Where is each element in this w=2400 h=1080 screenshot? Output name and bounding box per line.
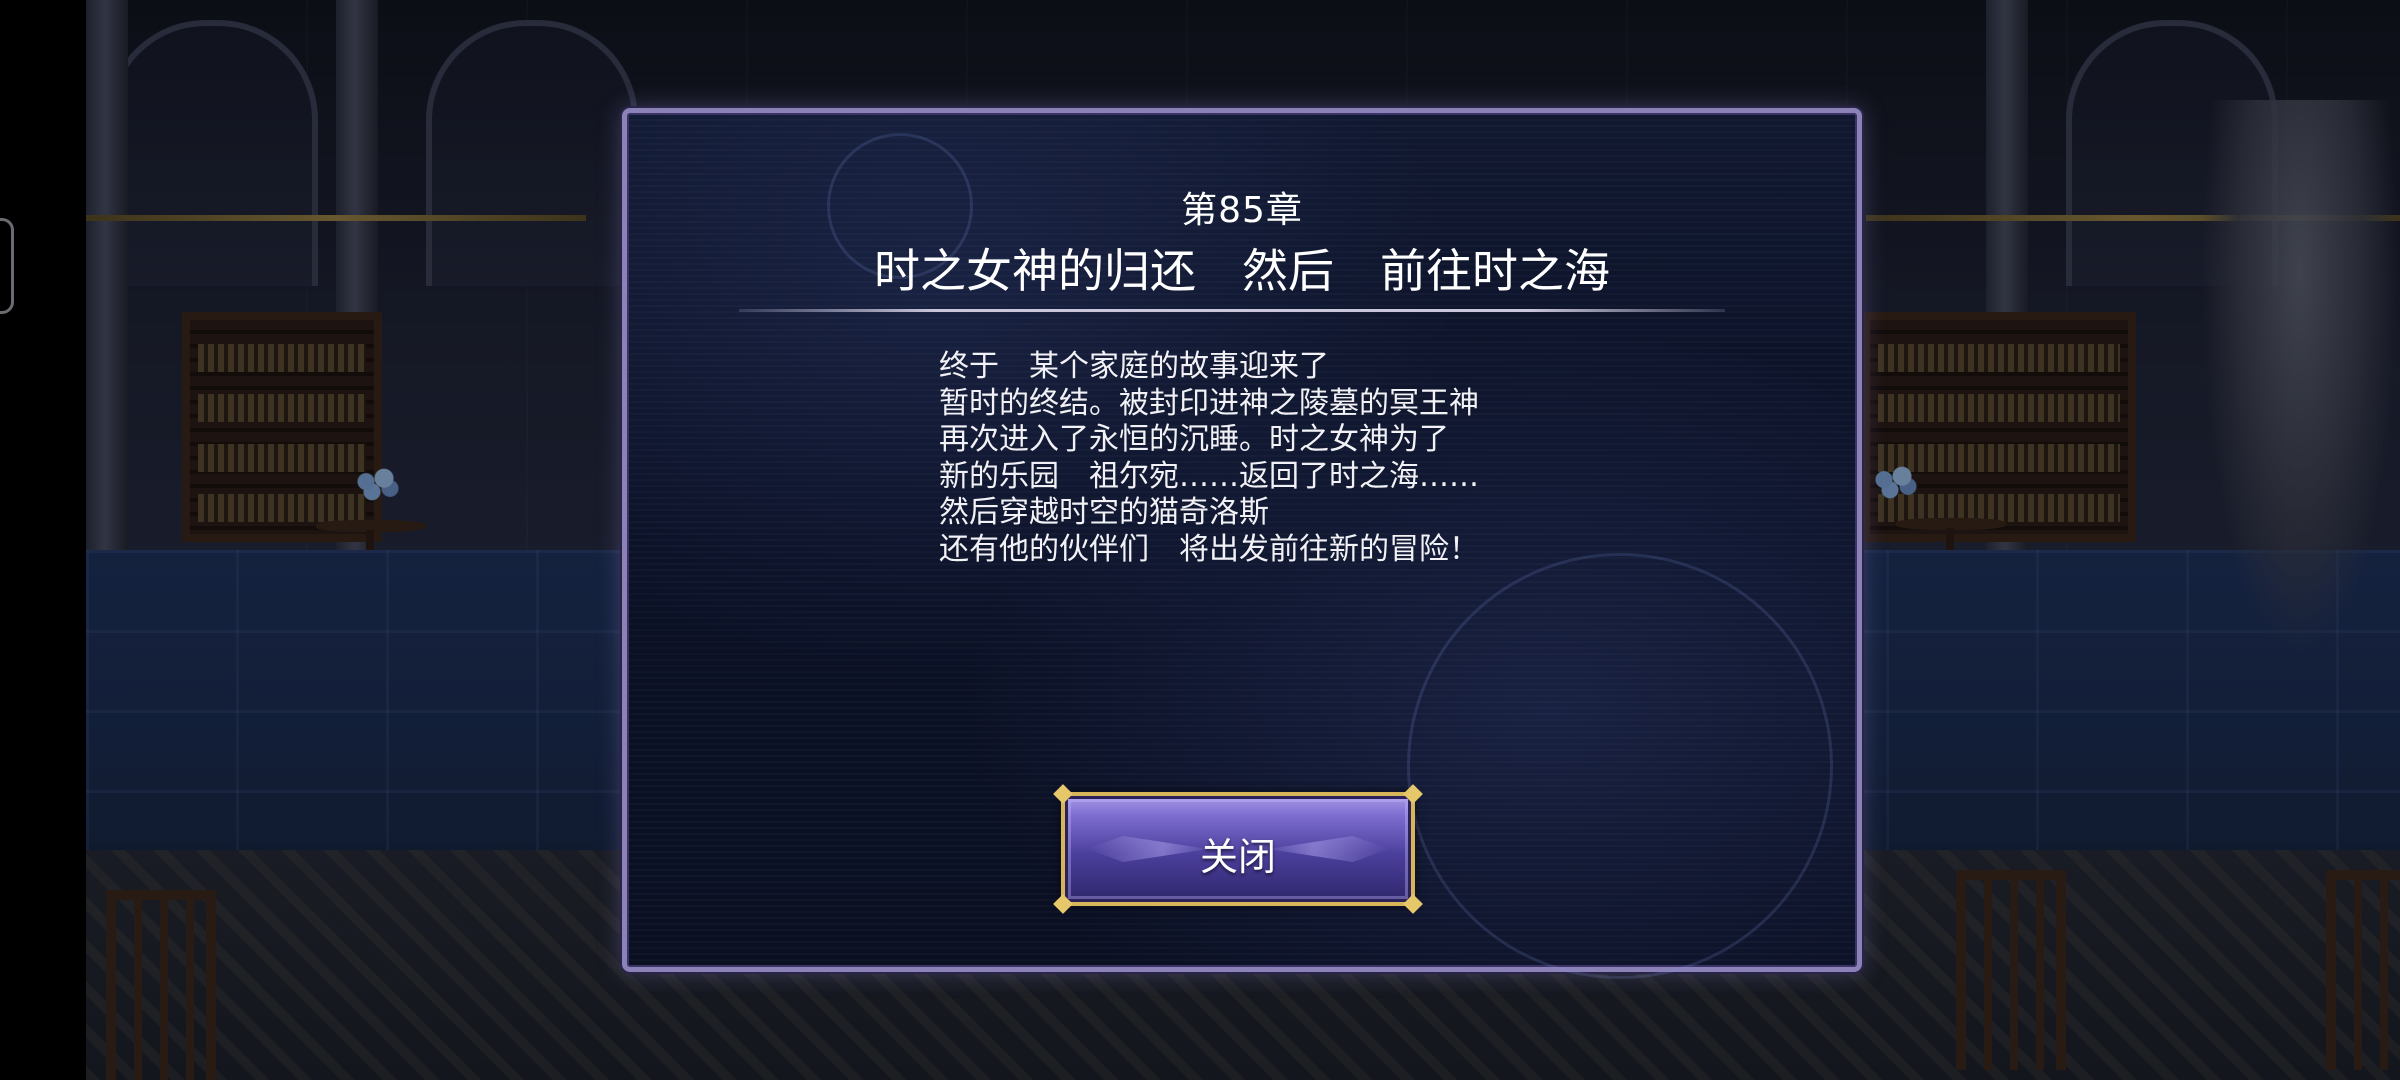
- system-side-bar: [0, 0, 86, 1080]
- story-line: 终于 某个家庭的故事迎来了: [939, 349, 1329, 384]
- title-divider: [739, 309, 1725, 312]
- chapter-number: 第85章: [1181, 190, 1303, 231]
- button-corner-ornament: [1053, 894, 1073, 914]
- story-text: 终于 某个家庭的故事迎来了 暂时的终结。被封印进神之陵墓的冥王神 再次进入了永恒…: [939, 349, 1639, 568]
- game-screen: 第85章 时之女神的归还 然后 前往时之海 终于 某个家庭的故事迎来了 暂时的终…: [0, 0, 2400, 1080]
- story-line: 还有他的伙伴们 将出发前往新的冒险！: [939, 531, 1479, 567]
- story-line: 暂时的终结。被封印进神之陵墓的冥王神: [939, 385, 1479, 421]
- chapter-dialog: 第85章 时之女神的归还 然后 前往时之海 终于 某个家庭的故事迎来了 暂时的终…: [622, 108, 1862, 979]
- close-button-label: 关闭: [1199, 835, 1276, 879]
- story-line: 新的乐园 祖尔宛……返回了时之海……: [939, 458, 1479, 494]
- button-corner-ornament: [1403, 894, 1423, 914]
- decorative-ring: [1407, 553, 1833, 979]
- button-corner-ornament: [1053, 784, 1073, 804]
- side-handle-icon[interactable]: [0, 218, 14, 314]
- story-line: 然后穿越时空的猫奇洛斯: [939, 495, 1269, 530]
- story-line: 再次进入了永恒的沉睡。时之女神为了: [939, 422, 1449, 457]
- chapter-title: 时之女神的归还 然后 前往时之海: [874, 244, 1610, 298]
- close-button[interactable]: 关闭: [1053, 784, 1423, 914]
